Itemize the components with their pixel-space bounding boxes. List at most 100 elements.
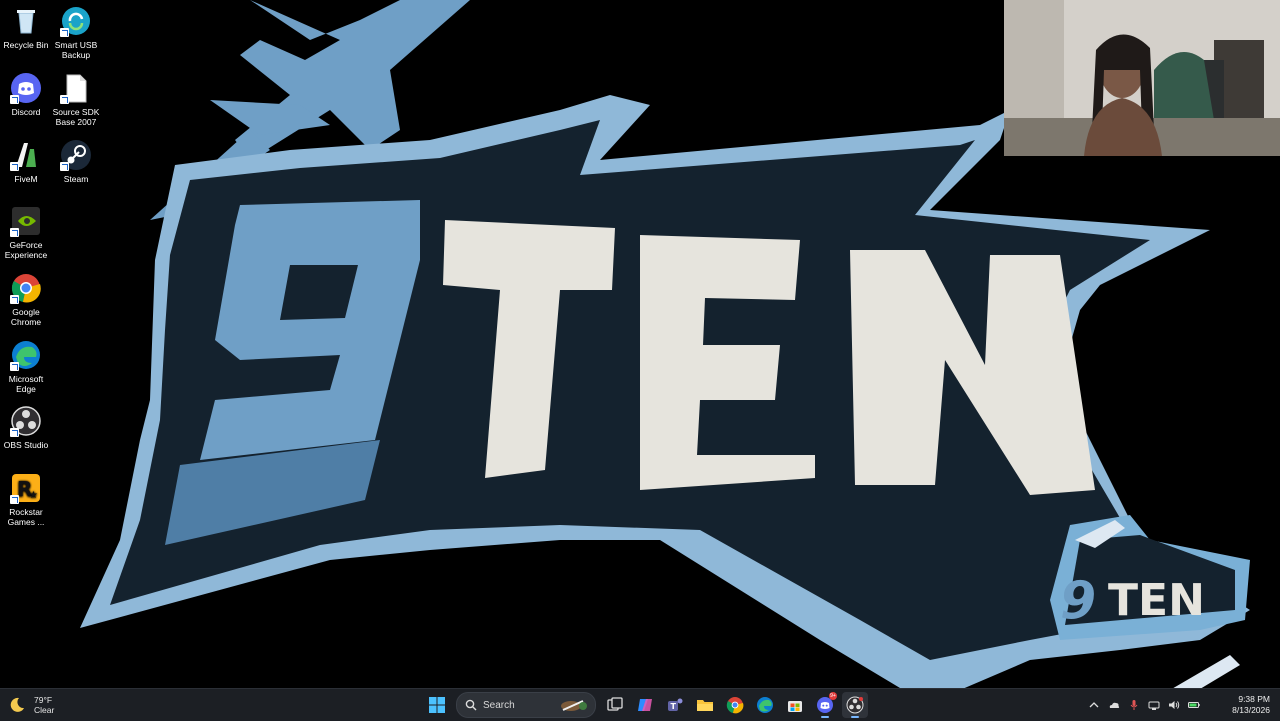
desktop-icon-obs-studio[interactable]: OBS Studio — [0, 405, 52, 450]
desktop-icon-microsoft-edge[interactable]: Microsoft Edge — [0, 339, 52, 394]
battery-tray-button[interactable] — [1186, 697, 1202, 713]
recycle-bin-icon — [10, 5, 42, 37]
mic-icon — [1130, 700, 1138, 710]
obs-taskbar-button[interactable] — [842, 692, 868, 718]
start-button[interactable] — [424, 692, 450, 718]
desktop-icon-label: FiveM — [14, 174, 38, 184]
network-icon — [1148, 701, 1160, 710]
svg-text:★: ★ — [29, 490, 38, 501]
onedrive-tray-button[interactable] — [1106, 697, 1122, 713]
weather-temperature: 79°F — [34, 695, 53, 705]
file-explorer-button[interactable] — [692, 692, 718, 718]
desktop-icon-label: Recycle Bin — [3, 40, 49, 50]
steam-icon — [60, 139, 92, 171]
desktop-icon-label: GeForce — [9, 240, 43, 250]
webcam-overlay — [1004, 0, 1280, 156]
chrome-icon — [10, 272, 42, 304]
system-tray: 9:38 PM 8/13/2026 — [1084, 689, 1280, 721]
webcam-feed-image — [1004, 0, 1280, 156]
document-icon — [60, 72, 92, 104]
edge-icon — [757, 697, 773, 713]
desktop-icon-recycle-bin[interactable]: Recycle Bin — [0, 5, 52, 50]
task-view-button[interactable] — [602, 692, 628, 718]
desktop-icon-google-chrome[interactable]: Google Chrome — [0, 272, 52, 327]
desktop-icon-label: OBS Studio — [3, 440, 49, 450]
svg-text:T: T — [671, 702, 677, 711]
shortcut-arrow-icon — [10, 228, 19, 237]
shortcut-arrow-icon — [60, 95, 69, 104]
edge-taskbar-button[interactable] — [752, 692, 778, 718]
fivem-icon — [10, 139, 42, 171]
obs-icon — [10, 405, 42, 437]
store-icon — [788, 701, 802, 712]
desktop-icon-smart-usb-backup[interactable]: Smart USB Backup — [50, 5, 102, 60]
desktop-icon-discord[interactable]: Discord — [0, 72, 52, 117]
desktop-icon-area: Recycle Bin Smart USB Backup Discord Sou… — [0, 0, 110, 560]
network-tray-button[interactable] — [1146, 697, 1162, 713]
microphone-tray-button[interactable] — [1126, 697, 1142, 713]
weather-widget[interactable]: 79°F Clear — [8, 693, 54, 717]
moon-icon — [10, 697, 24, 712]
discord-notification-badge: 9+ — [829, 692, 837, 700]
taskbar-search-box[interactable]: Search — [456, 692, 596, 718]
desktop-icon-label-line2: Base 2007 — [55, 117, 97, 127]
desktop-icon-label: Google — [12, 307, 40, 317]
desktop-icon-steam[interactable]: Steam — [50, 139, 102, 184]
clock-time: 9:38 PM — [1238, 694, 1270, 704]
desktop-icon-label: Rockstar — [9, 507, 43, 517]
discord-icon — [10, 72, 42, 104]
discord-taskbar-button[interactable]: 9+ — [812, 692, 838, 718]
desktop-icon-fivem[interactable]: FiveM — [0, 139, 52, 184]
desktop-icon-label-line2: Games ... — [7, 517, 45, 527]
onedrive-icon — [1109, 702, 1120, 708]
search-highlight-icon — [561, 700, 587, 711]
teams-icon: T — [668, 698, 683, 711]
edge-icon — [10, 339, 42, 371]
weather-condition: Clear — [34, 705, 55, 715]
search-label: Search — [483, 699, 515, 711]
obs-icon — [846, 696, 864, 714]
shortcut-arrow-icon — [10, 95, 19, 104]
shortcut-arrow-icon — [60, 162, 69, 171]
desktop-icon-label-line2: Edge — [16, 384, 36, 394]
shortcut-arrow-icon — [10, 295, 19, 304]
desktop-icon-label: Steam — [63, 174, 89, 184]
small-logo-word: TEN — [1108, 575, 1205, 626]
desktop-icon-label: Smart USB — [54, 40, 98, 50]
small-logo-nine: 9 — [1060, 571, 1096, 631]
clock-date: 8/13/2026 — [1232, 705, 1270, 715]
desktop-icon-label: Source SDK — [52, 107, 100, 117]
chrome-icon — [726, 697, 744, 714]
chrome-taskbar-button[interactable] — [722, 692, 748, 718]
taskbar: 79°F Clear Search T 9+ 9:38 PM 8/13/2026 — [0, 688, 1280, 721]
desktop-icon-label: Discord — [11, 107, 41, 117]
shortcut-arrow-icon — [10, 162, 19, 171]
store-button[interactable] — [782, 692, 808, 718]
desktop-icon-label-line2: Experience — [4, 250, 48, 260]
volume-tray-button[interactable] — [1166, 697, 1182, 713]
search-icon — [465, 699, 477, 711]
shortcut-arrow-icon — [10, 495, 19, 504]
desktop-icon-geforce[interactable]: GeForce Experience — [0, 205, 52, 260]
teams-button[interactable]: T — [662, 692, 688, 718]
copilot-button[interactable] — [632, 692, 658, 718]
desktop-icon-label-line2: Chrome — [10, 317, 42, 327]
smart-usb-backup-icon — [60, 5, 92, 37]
desktop-icon-rockstar-games[interactable]: R ★ Rockstar Games ... — [0, 472, 52, 527]
show-hidden-icons-button[interactable] — [1086, 697, 1102, 713]
geforce-icon — [10, 205, 42, 237]
shortcut-arrow-icon — [60, 28, 69, 37]
chevron-up-icon — [1089, 702, 1099, 708]
volume-icon — [1169, 701, 1180, 709]
taskbar-apps: Search T 9+ — [422, 692, 870, 718]
shortcut-arrow-icon — [10, 362, 19, 371]
desktop-icon-label-line2: Backup — [61, 50, 91, 60]
file-explorer-icon — [697, 700, 713, 711]
desktop-icon-source-sdk[interactable]: Source SDK Base 2007 — [50, 72, 102, 127]
copilot-icon — [638, 699, 652, 711]
task-view-icon — [607, 697, 623, 711]
taskbar-clock[interactable]: 9:38 PM 8/13/2026 — [1210, 694, 1270, 716]
shortcut-arrow-icon — [10, 428, 19, 437]
running-indicator — [821, 716, 829, 718]
start-icon — [429, 697, 445, 713]
